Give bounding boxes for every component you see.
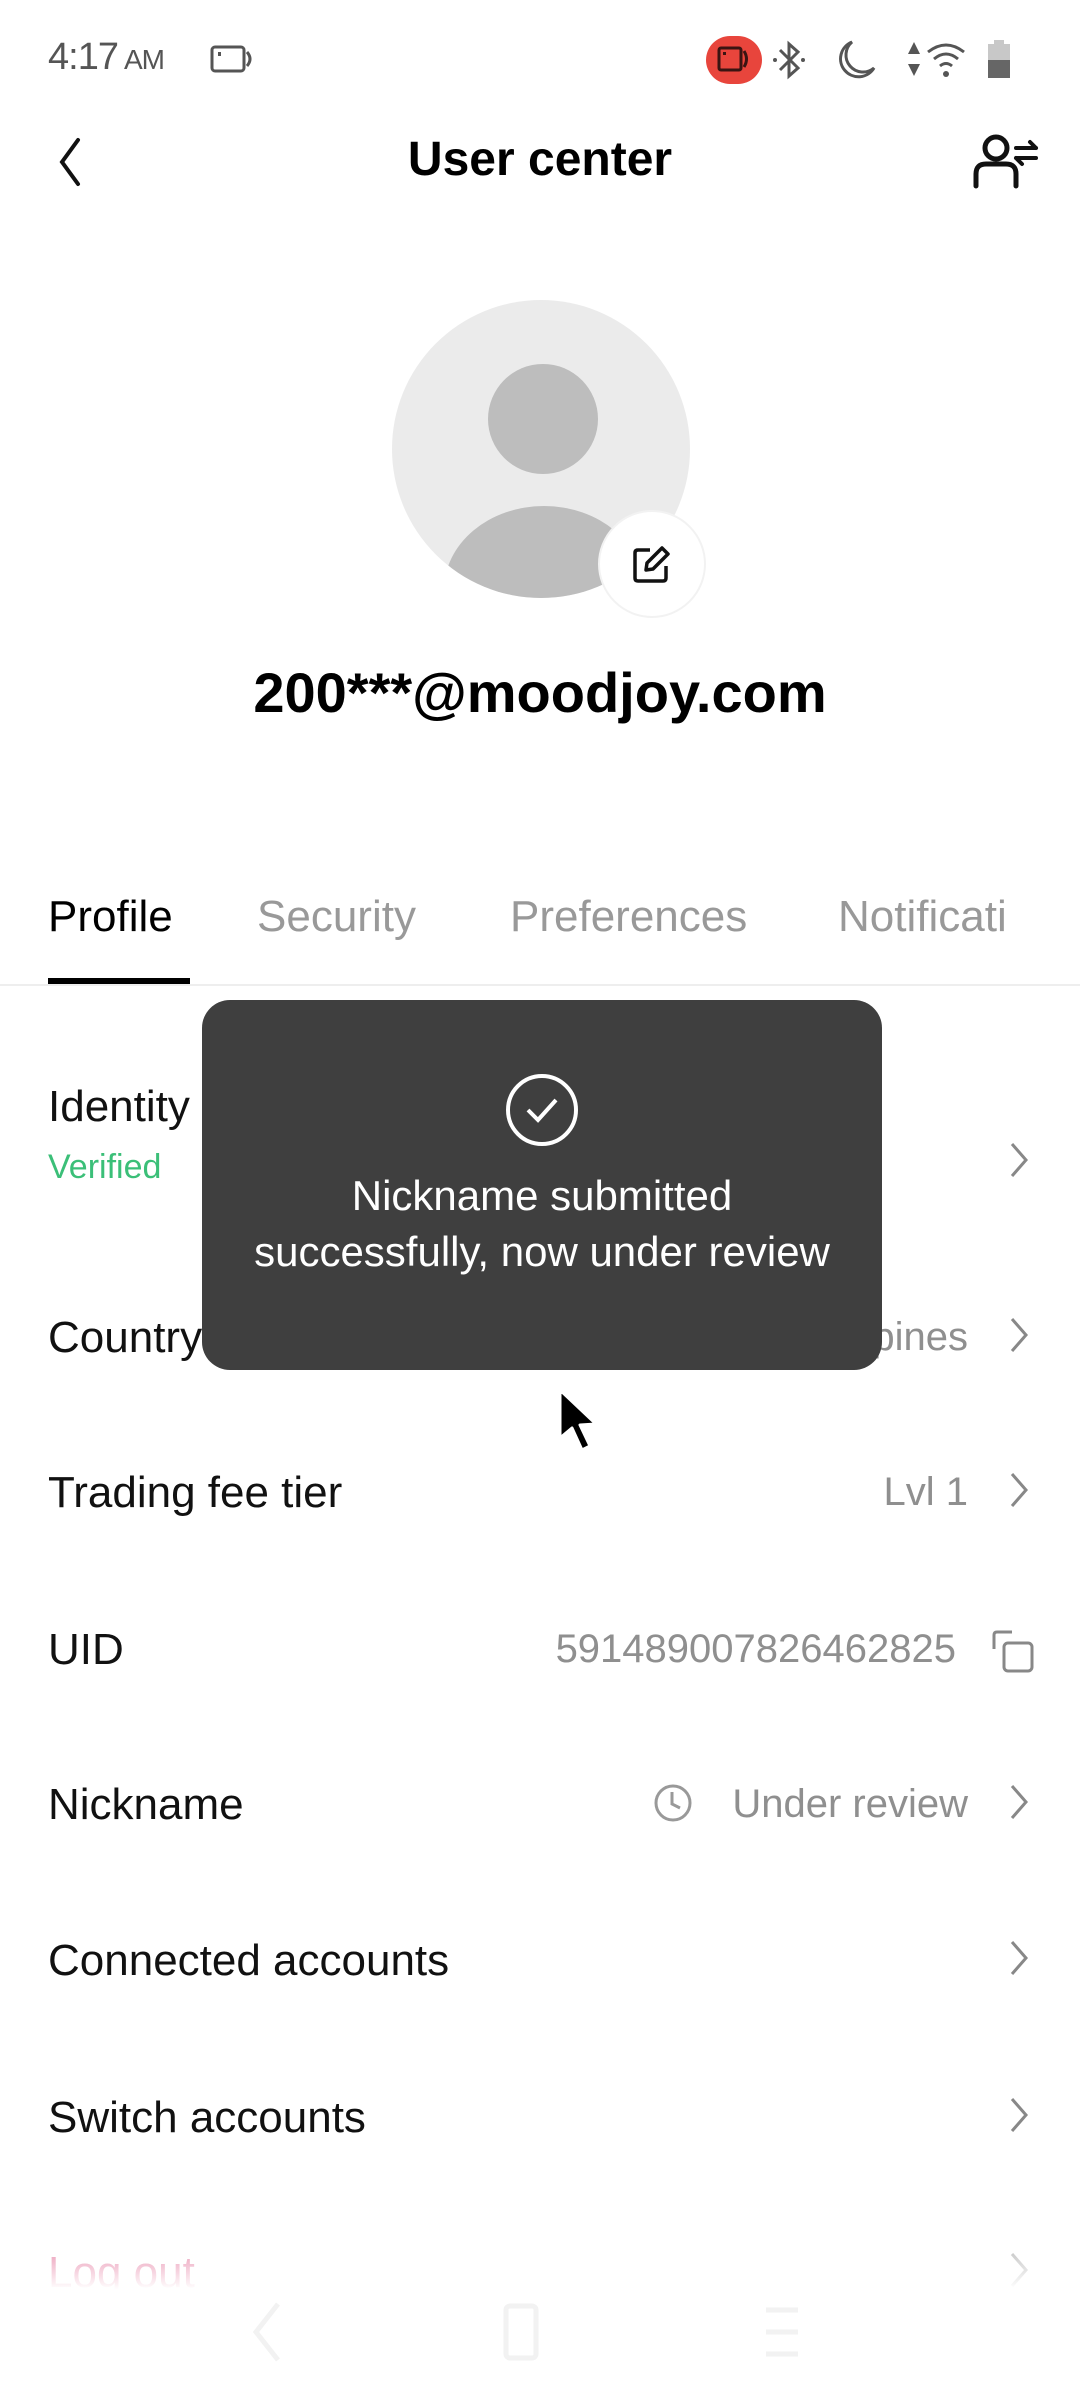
- page-title: User center: [407, 133, 673, 186]
- battery-icon: [988, 40, 1010, 78]
- tab-bar: Profile Security Preferences Notificati: [0, 880, 1080, 986]
- clock-icon: [654, 1784, 692, 1822]
- user-email: 200***@moodjoy.com: [253, 661, 827, 724]
- system-nav-bar: [252, 2302, 798, 2362]
- tab-notifications[interactable]: Notificati: [838, 892, 1007, 942]
- mouse-cursor-icon: [558, 1388, 598, 1452]
- status-ampm: AM: [123, 44, 165, 75]
- row-label: Country: [48, 1313, 203, 1362]
- nickname-status: Under review: [732, 1782, 968, 1826]
- row-label: Nickname: [48, 1780, 244, 1829]
- tab-security[interactable]: Security: [257, 892, 416, 942]
- status-time-value: 4:17: [48, 36, 119, 78]
- status-time: 4:17 AM: [48, 36, 165, 79]
- row-trading-fee-tier[interactable]: Trading fee tier Lvl 1: [0, 1420, 1080, 1570]
- default-avatar-icon-head: [488, 364, 598, 474]
- bluetooth-icon: [773, 40, 805, 80]
- toast-message: Nickname submitted successfully, now und…: [254, 1172, 830, 1275]
- nav-back-icon[interactable]: [252, 2302, 280, 2362]
- nav-recents-icon[interactable]: [766, 2307, 798, 2357]
- chevron-right-icon: [1010, 1785, 1028, 1819]
- edit-avatar-button[interactable]: [598, 510, 706, 618]
- copy-icon: [992, 1630, 1034, 1673]
- row-nickname[interactable]: Nickname Under review: [0, 1732, 1080, 1882]
- recording-indicator-icon: [706, 36, 762, 84]
- verified-status: Verified: [48, 1148, 162, 1186]
- uid-value: 591489007826462825: [555, 1627, 956, 1671]
- wifi-icon: [927, 43, 965, 77]
- row-uid: UID 591489007826462825: [0, 1577, 1080, 1727]
- chevron-right-icon: [1010, 1143, 1028, 1177]
- row-label: Switch accounts: [48, 2093, 366, 2142]
- success-toast: Nickname submitted successfully, now und…: [202, 1000, 882, 1370]
- copy-uid-button[interactable]: [990, 1629, 1038, 1675]
- tab-preferences[interactable]: Preferences: [510, 892, 747, 942]
- data-arrows-icon: [908, 42, 920, 76]
- switch-user-icon: [973, 134, 1038, 189]
- chevron-right-icon: [1010, 1318, 1028, 1352]
- row-label: Connected accounts: [48, 1936, 450, 1985]
- chevron-right-icon: [1010, 2098, 1028, 2132]
- row-label: Trading fee tier: [48, 1468, 343, 1517]
- chevron-right-icon: [1010, 1473, 1028, 1507]
- active-tab-indicator: [48, 978, 190, 984]
- do-not-disturb-icon: [839, 40, 876, 79]
- screen-record-icon: [210, 45, 252, 73]
- tab-profile[interactable]: Profile: [48, 892, 173, 942]
- row-value: pines: [872, 1315, 968, 1359]
- row-value: Lvl 1: [883, 1470, 969, 1514]
- row-connected-accounts[interactable]: Connected accounts: [0, 1888, 1080, 2038]
- row-switch-accounts[interactable]: Switch accounts: [0, 2045, 1080, 2195]
- row-label: Identity: [48, 1082, 190, 1131]
- tabs-fade: [1040, 880, 1080, 980]
- chevron-right-icon: [1010, 1941, 1028, 1975]
- edit-icon: [633, 546, 670, 583]
- switch-user-button[interactable]: [972, 130, 1042, 194]
- check-circle-icon: [506, 1074, 578, 1146]
- nav-home-icon[interactable]: [503, 2303, 539, 2361]
- row-label: UID: [48, 1625, 124, 1674]
